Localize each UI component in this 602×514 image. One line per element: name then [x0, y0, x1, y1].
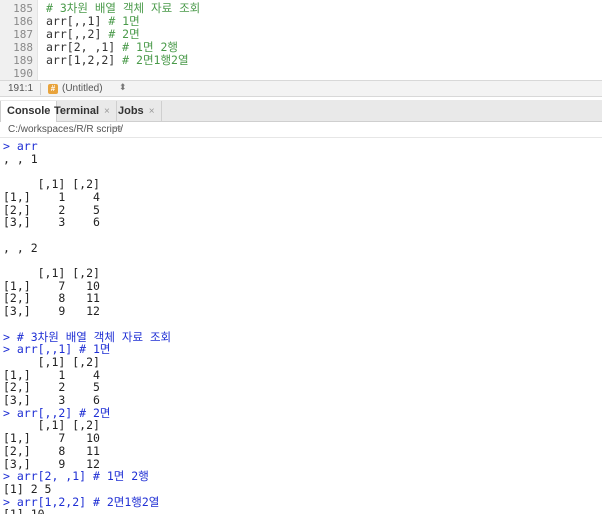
scope-dropdown-icon[interactable]: ⬍: [119, 82, 127, 93]
go-to-directory-icon[interactable]: ⇨: [114, 123, 122, 134]
console-output-line: [2,] 8 11: [3, 443, 100, 458]
line-number: 187: [13, 28, 33, 41]
console-output-line: [,1] [,2]: [3, 354, 100, 369]
console-output-line: [1] 10: [3, 508, 45, 514]
line-number: 188: [13, 41, 33, 54]
console-output-line: [,1] [,2]: [3, 266, 100, 280]
scope-icon: #: [48, 84, 58, 94]
console-command-line: > arr[,,1] # 1면: [3, 342, 111, 357]
cursor-position: 191:1: [8, 83, 34, 94]
console-output-line: [1,] 7 10: [3, 431, 100, 446]
code-comment: # 2면1행2열: [122, 53, 189, 67]
code-comment: # 1면 2행: [122, 40, 178, 54]
code-text: arr[,,2]: [46, 27, 109, 41]
tab-jobs[interactable]: Jobs ×: [112, 101, 162, 122]
close-icon[interactable]: ×: [149, 106, 155, 117]
console-output-line: , , 2: [3, 240, 38, 255]
console-output-line: [3,] 3 6: [3, 215, 100, 230]
console-output[interactable]: > arr, , 1 [,1] [,2] [1,] 1 4 [2,] 2 5 [3,]…: [0, 139, 602, 514]
code-text: arr[1,2,2]: [46, 53, 123, 67]
close-icon[interactable]: ×: [104, 106, 110, 117]
console-path-bar: C:/workspaces/R/R script/ ⇨: [0, 122, 602, 138]
code-comment: # 2면: [108, 27, 140, 41]
code-line[interactable]: arr[1,2,2] # 2면1행2열: [46, 54, 189, 67]
console-output-line: [3,] 9 12: [3, 304, 100, 319]
working-directory-path: C:/workspaces/R/R script/: [8, 124, 124, 135]
line-number: 186: [13, 15, 33, 28]
code-comment: # 1면: [108, 14, 140, 28]
console-tab-bar: Console Terminal × Jobs ×: [0, 100, 602, 122]
code-text: arr[,,1]: [46, 14, 109, 28]
line-number: 190: [13, 67, 33, 80]
console-output-line: [1] 2 5: [3, 481, 52, 496]
line-number: 189: [13, 54, 33, 67]
code-text: arr[2, ,1]: [46, 40, 123, 54]
tab-jobs-label: Jobs: [118, 105, 144, 117]
tab-terminal-label: Terminal: [54, 105, 100, 117]
console-output-line: [,1] [,2]: [3, 177, 100, 192]
status-divider: [40, 83, 41, 95]
tab-console-label: Console: [7, 105, 51, 117]
tab-terminal[interactable]: Terminal ×: [48, 101, 117, 122]
scope-selector[interactable]: (Untitled): [62, 83, 103, 94]
source-editor[interactable]: 185 186 187 188 189 190 # 3차원 배열 객체 자료 조회 arr[…: [0, 0, 602, 80]
line-number: 185: [13, 2, 33, 15]
console-command-line: > arr[2, ,1] # 1면 2행: [3, 469, 149, 484]
console-output-line: [1,] 1 4: [3, 189, 100, 204]
console-output-line: [3,] 3 6: [3, 393, 100, 407]
console-command-line: > arr: [3, 139, 38, 153]
editor-status-bar: 191:1 # (Untitled) ⬍: [0, 80, 602, 97]
console-output-line: , , 1: [3, 151, 38, 166]
line-number-gutter: 185 186 187 188 189 190: [0, 0, 38, 80]
